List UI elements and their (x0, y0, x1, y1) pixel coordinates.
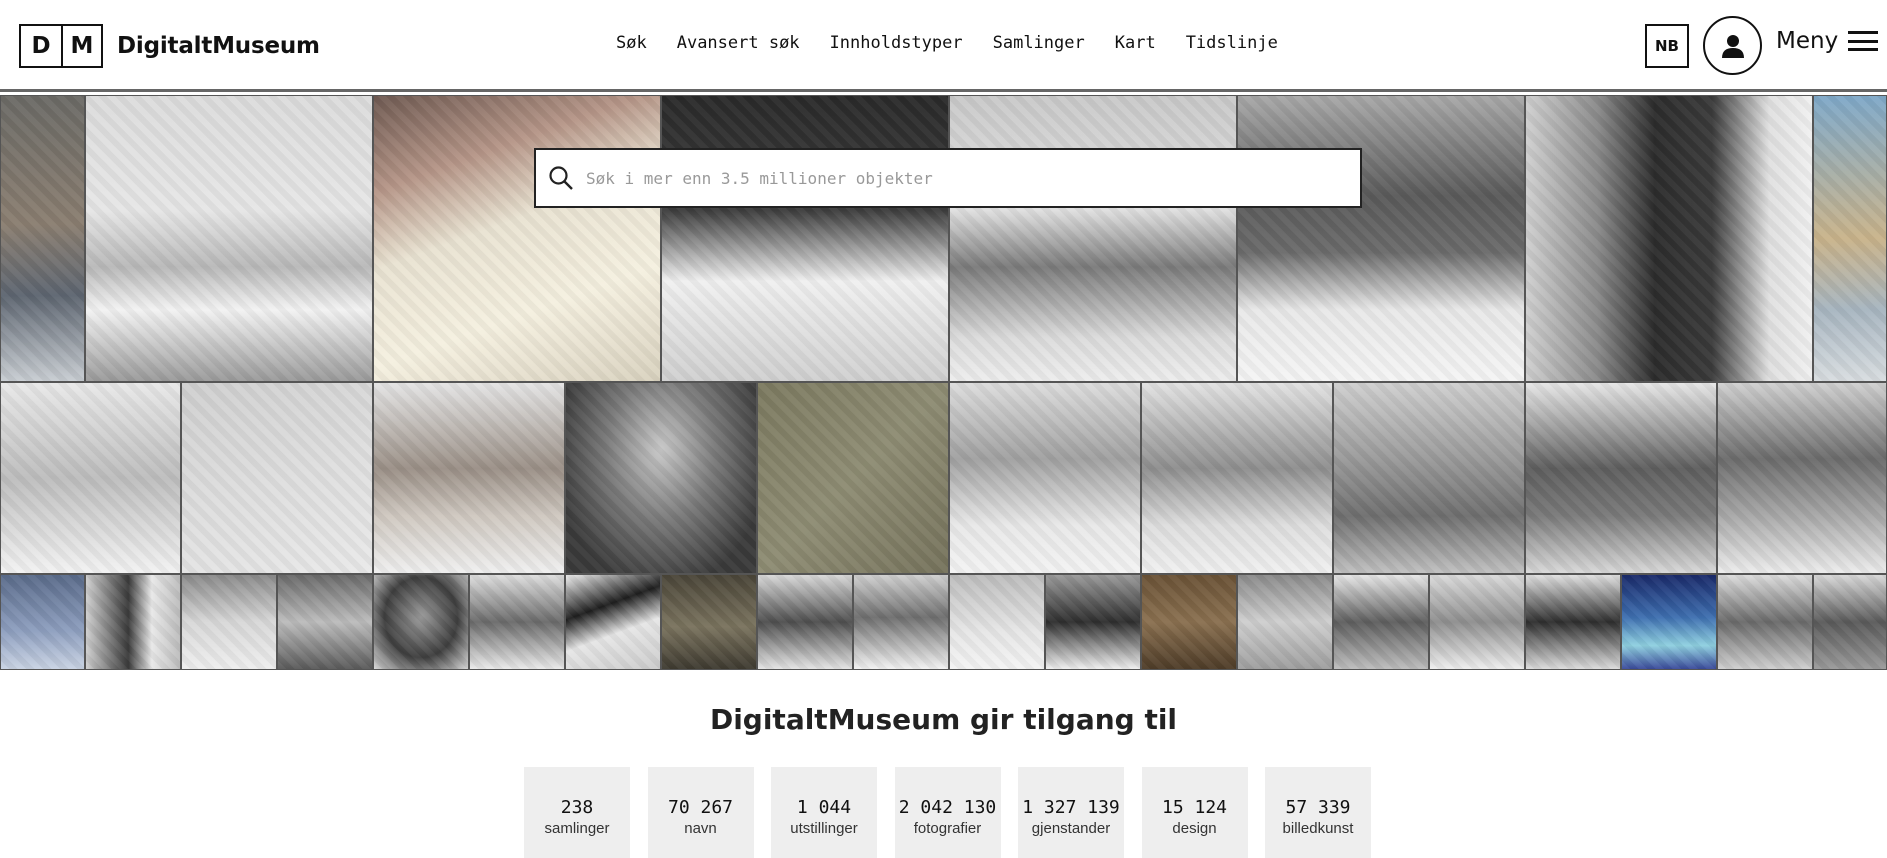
mosaic-photo[interactable] (181, 382, 373, 574)
stat-value: 70 267 (667, 796, 734, 818)
mosaic-photo[interactable] (1045, 574, 1141, 670)
stat-objects[interactable]: 1 327 139 gjenstander (1018, 767, 1124, 858)
nav-search[interactable]: Søk (616, 33, 647, 53)
mosaic-photo[interactable] (853, 574, 949, 670)
mosaic-photo[interactable] (661, 574, 757, 670)
main-nav: Søk Avansert søk Innholdstyper Samlinger… (616, 33, 1308, 53)
mosaic-photo[interactable] (1333, 382, 1525, 574)
stat-value: 2 042 130 (898, 796, 997, 818)
mosaic-photo[interactable] (757, 382, 949, 574)
nav-collections[interactable]: Samlinger (993, 33, 1085, 53)
mosaic-photo[interactable] (1141, 574, 1237, 670)
stat-fine-art[interactable]: 57 339 billedkunst (1265, 767, 1371, 858)
stats-list: 238 samlinger 70 267 navn 1 044 utstilli… (524, 767, 1389, 858)
search-bar (534, 148, 1362, 208)
stat-value: 238 (560, 796, 594, 818)
stat-exhibitions[interactable]: 1 044 utstillinger (771, 767, 877, 858)
mosaic-photo[interactable] (1333, 574, 1429, 670)
mosaic-photo[interactable] (85, 95, 373, 382)
mosaic-photo[interactable] (373, 95, 661, 382)
mosaic-photo[interactable] (85, 574, 181, 670)
site-logo-link[interactable]: D M DigitaltMuseum (19, 24, 320, 68)
mosaic-photo[interactable] (373, 574, 469, 670)
mosaic-photo[interactable] (1717, 382, 1887, 574)
logo-letter-m: M (61, 26, 101, 66)
mosaic-photo[interactable] (949, 382, 1141, 574)
mosaic-photo[interactable] (661, 95, 949, 382)
stat-label: billedkunst (1282, 819, 1354, 837)
stat-value: 57 339 (1285, 796, 1351, 818)
mosaic-photo[interactable] (1525, 382, 1717, 574)
mosaic-photo[interactable] (0, 95, 85, 382)
stat-design[interactable]: 15 124 design (1141, 767, 1248, 858)
mosaic-photo[interactable] (373, 382, 565, 574)
mosaic-photo[interactable] (277, 574, 373, 670)
search-icon[interactable] (548, 165, 574, 191)
menu-label: Meny (1776, 28, 1839, 54)
stat-value: 1 044 (796, 796, 852, 818)
language-button[interactable]: NB (1645, 24, 1689, 68)
mosaic-photo[interactable] (1717, 574, 1813, 670)
logo-letter-d: D (31, 33, 51, 59)
stat-collections[interactable]: 238 samlinger (524, 767, 630, 858)
stat-photographs[interactable]: 2 042 130 fotografier (894, 767, 1001, 858)
stat-label: samlinger (544, 819, 610, 837)
mosaic-photo[interactable] (757, 574, 853, 670)
nav-map[interactable]: Kart (1115, 33, 1156, 53)
mosaic-photo[interactable] (1237, 95, 1525, 382)
logo-text: DigitaltMuseum (117, 33, 320, 59)
mosaic-photo[interactable] (1141, 382, 1333, 574)
stat-value: 15 124 (1161, 796, 1228, 818)
stat-label: fotografier (913, 819, 982, 837)
mosaic-photo[interactable] (1813, 95, 1887, 382)
mosaic-photo[interactable] (949, 574, 1045, 670)
hamburger-icon (1848, 31, 1879, 51)
logo-mark: D M (19, 24, 103, 68)
nav-timeline[interactable]: Tidslinje (1186, 33, 1278, 53)
user-icon (1721, 34, 1744, 58)
user-button[interactable] (1703, 16, 1762, 75)
stats-title: DigitaltMuseum gir tilgang til (709, 703, 1178, 736)
mosaic-photo[interactable] (469, 574, 565, 670)
mosaic-photo[interactable] (949, 95, 1237, 382)
mosaic-photo[interactable] (1237, 574, 1333, 670)
mosaic-photo[interactable] (181, 574, 277, 670)
stat-names[interactable]: 70 267 navn (647, 767, 754, 858)
nav-advanced-search[interactable]: Avansert søk (677, 33, 800, 53)
stat-label: navn (684, 819, 717, 837)
mosaic-photo[interactable] (0, 574, 85, 670)
stat-label: gjenstander (1031, 819, 1111, 837)
mosaic-photo[interactable] (565, 574, 661, 670)
site-header: D M DigitaltMuseum Søk Avansert søk Innh… (0, 0, 1887, 92)
mosaic-photo[interactable] (565, 382, 757, 574)
stat-value: 1 327 139 (1022, 796, 1120, 818)
stat-label: utstillinger (790, 819, 858, 837)
mosaic-photo[interactable] (1621, 574, 1717, 670)
mosaic-photo[interactable] (1429, 574, 1525, 670)
nav-content-types[interactable]: Innholdstyper (830, 33, 963, 53)
mosaic-photo[interactable] (1525, 95, 1813, 382)
search-input[interactable] (586, 168, 1346, 188)
menu-button[interactable]: Meny (1776, 28, 1879, 54)
mosaic-photo[interactable] (0, 382, 181, 574)
mosaic-photo[interactable] (1525, 574, 1621, 670)
stat-label: design (1172, 819, 1217, 837)
mosaic-photo[interactable] (1813, 574, 1887, 670)
